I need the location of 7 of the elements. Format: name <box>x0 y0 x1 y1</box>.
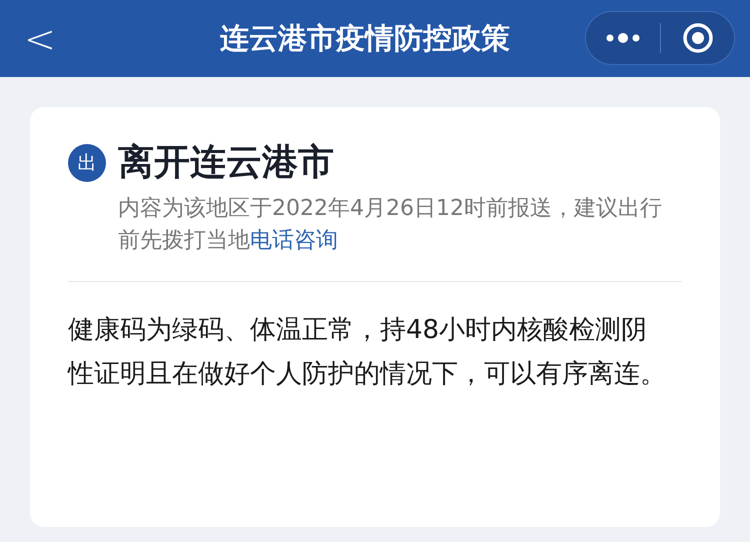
card-title: 离开连云港市 <box>118 141 334 185</box>
phone-inquiry-link[interactable]: 电话咨询 <box>250 228 338 253</box>
exit-badge: 出 <box>68 144 106 182</box>
notice-text: 内容为该地区于2022年4月26日12时前报送，建议出行前先拨打当地电话咨询 <box>118 195 663 255</box>
policy-text: 健康码为绿码、体温正常，持48小时内核酸检测阴性证明且在做好个人防护的情况下，可以有序离连。 <box>68 314 667 391</box>
back-button[interactable]: < <box>24 20 54 58</box>
page-title: 连云港市疫情防控政策 <box>220 20 510 57</box>
